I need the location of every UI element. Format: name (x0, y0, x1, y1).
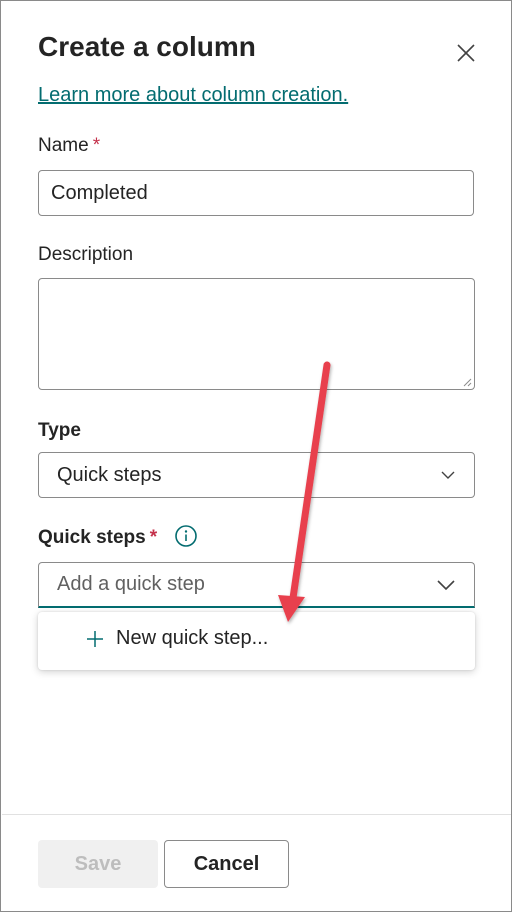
resize-grip-icon[interactable] (462, 377, 472, 387)
quick-steps-placeholder: Add a quick step (57, 573, 205, 595)
quick-steps-label: Quick steps * (38, 524, 198, 549)
footer-divider (2, 814, 511, 815)
type-selected-value: Quick steps (57, 463, 162, 486)
plus-icon (87, 630, 103, 647)
name-input-value: Completed (51, 181, 148, 204)
new-quick-step-label: New quick step... (116, 627, 269, 649)
quick-steps-dropdown: New quick step... (38, 612, 475, 670)
name-label: Name * (38, 135, 100, 157)
chevron-down-icon[interactable] (436, 579, 456, 591)
info-icon[interactable] (174, 524, 198, 548)
new-quick-step-option[interactable]: New quick step... (86, 627, 268, 650)
panel-title: Create a column (38, 31, 256, 62)
close-icon[interactable] (449, 37, 481, 69)
save-button[interactable]: Save (38, 840, 158, 888)
learn-more-link[interactable]: Learn more about column creation. (38, 84, 348, 107)
close-button[interactable] (449, 37, 481, 69)
create-column-panel: Create a column Learn more about column … (0, 0, 512, 912)
required-marker: * (149, 527, 158, 548)
required-marker: * (92, 135, 101, 156)
quick-steps-label-text: Quick steps (38, 527, 146, 548)
description-textarea[interactable] (38, 278, 475, 390)
cancel-button[interactable]: Cancel (164, 840, 289, 888)
chevron-down-icon (441, 471, 455, 479)
description-label: Description (38, 244, 134, 265)
name-label-text: Name (38, 135, 89, 156)
quick-steps-combobox[interactable]: Add a quick step (38, 562, 475, 608)
type-label: Type (38, 420, 81, 441)
type-select[interactable]: Quick steps (38, 452, 475, 498)
name-input[interactable]: Completed (38, 170, 474, 216)
